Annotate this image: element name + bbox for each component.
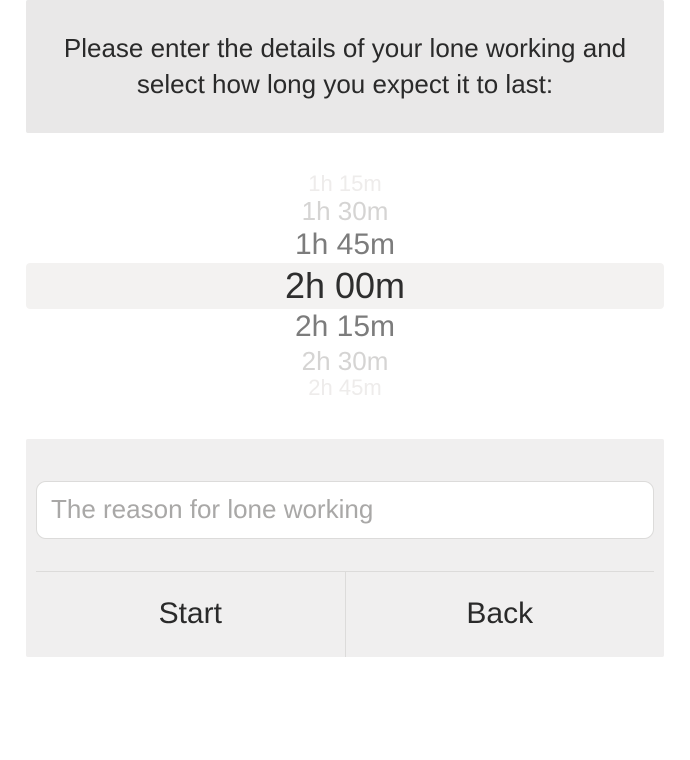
picker-option[interactable]: 1h 30m — [26, 196, 664, 226]
duration-picker[interactable]: 1h 15m 1h 30m 1h 45m 2h 00m 2h 15m 2h 30… — [26, 151, 664, 421]
picker-option[interactable]: 1h 45m — [26, 226, 664, 264]
button-row: Start Back — [36, 571, 654, 657]
header-text: Please enter the details of your lone wo… — [50, 30, 640, 103]
picker-option-selected[interactable]: 2h 00m — [26, 264, 664, 308]
start-button[interactable]: Start — [36, 572, 345, 657]
picker-option[interactable]: 2h 45m — [26, 376, 664, 400]
header-panel: Please enter the details of your lone wo… — [26, 0, 664, 133]
back-button[interactable]: Back — [345, 572, 655, 657]
lone-working-dialog: Please enter the details of your lone wo… — [0, 0, 690, 760]
picker-option[interactable]: 2h 30m — [26, 346, 664, 376]
picker-option[interactable]: 1h 15m — [26, 172, 664, 196]
picker-option[interactable]: 2h 15m — [26, 308, 664, 346]
reason-panel: Start Back — [26, 439, 664, 657]
reason-input[interactable] — [36, 481, 654, 539]
picker-column: 1h 15m 1h 30m 1h 45m 2h 00m 2h 15m 2h 30… — [26, 172, 664, 400]
